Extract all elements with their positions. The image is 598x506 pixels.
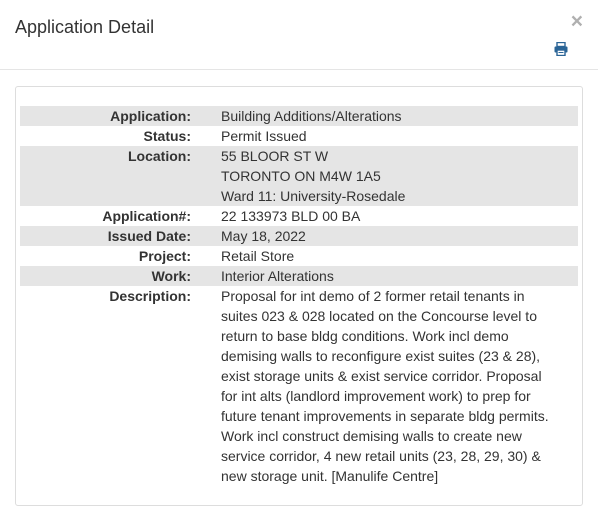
application-number-value: 22 133973 BLD 00 BA <box>221 208 361 224</box>
location-street: 55 BLOOR ST W <box>221 148 329 164</box>
project-label: Project: <box>138 248 191 264</box>
location-value: 55 BLOOR ST W TORONTO ON M4W 1A5 Ward 11… <box>191 146 405 206</box>
description-row: Description: Proposal for int demo of 2 … <box>20 286 578 486</box>
work-value: Interior Alterations <box>221 268 334 284</box>
status-label: Status: <box>143 128 191 144</box>
modal-title: Application Detail <box>15 17 155 37</box>
status-row: Status: Permit Issued <box>20 126 578 146</box>
location-row: Location: 55 BLOOR ST W TORONTO ON M4W 1… <box>20 146 578 206</box>
print-icon[interactable] <box>554 42 568 56</box>
work-label: Work: <box>151 268 191 284</box>
project-value: Retail Store <box>221 248 295 264</box>
location-ward: Ward 11: University-Rosedale <box>221 188 406 204</box>
application-value: Building Additions/Alterations <box>221 108 402 124</box>
issued-date-value: May 18, 2022 <box>221 228 306 244</box>
application-row: Application: Building Additions/Alterati… <box>20 106 578 126</box>
description-label: Description: <box>109 288 191 304</box>
application-label: Application: <box>110 108 191 124</box>
status-value: Permit Issued <box>221 128 307 144</box>
close-button[interactable]: × <box>571 11 583 32</box>
details-panel: Application: Building Additions/Alterati… <box>15 86 583 506</box>
work-row: Work: Interior Alterations <box>20 266 578 286</box>
location-city: TORONTO ON M4W 1A5 <box>221 168 381 184</box>
application-detail-modal: Application Detail × Application: Buildi… <box>0 0 598 506</box>
modal-header: Application Detail × <box>0 0 598 70</box>
application-number-label: Application#: <box>102 208 191 224</box>
project-row: Project: Retail Store <box>20 246 578 266</box>
issued-date-label: Issued Date: <box>107 228 191 244</box>
description-value: Proposal for int demo of 2 former retail… <box>221 288 549 484</box>
location-label: Location: <box>128 148 191 164</box>
application-number-row: Application#: 22 133973 BLD 00 BA <box>20 206 578 226</box>
issued-date-row: Issued Date: May 18, 2022 <box>20 226 578 246</box>
